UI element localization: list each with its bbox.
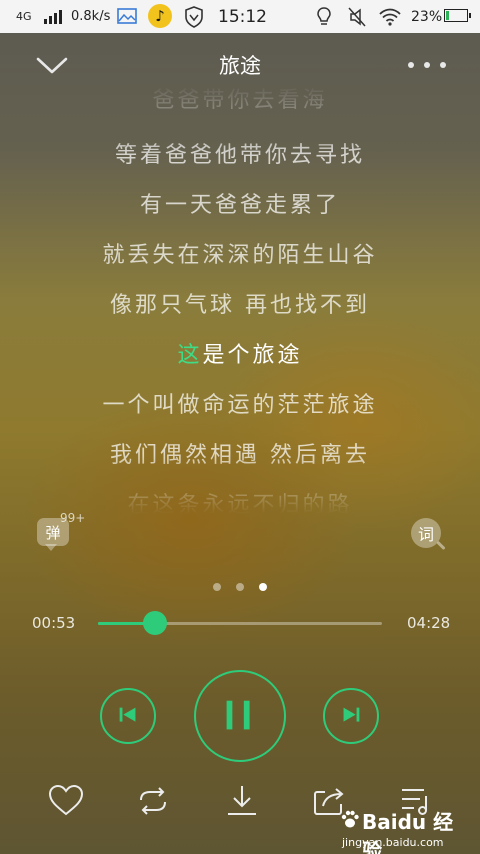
unsung-part: 是个旅途 <box>202 343 303 368</box>
wifi-icon <box>379 8 401 26</box>
next-button[interactable] <box>323 688 379 744</box>
pause-button[interactable] <box>194 670 286 762</box>
lyric-line: 像那只气球 再也找不到 <box>110 293 370 318</box>
repeat-icon[interactable] <box>135 784 171 818</box>
page-indicator <box>213 583 267 593</box>
lyric-line: 在这条永远不归的路 <box>127 493 353 514</box>
progress-slider[interactable] <box>98 611 382 635</box>
status-bar: 4G 0.8k/s ♪ 15:12 23% <box>0 0 480 33</box>
danmu-count-badge: 99+ <box>60 511 86 525</box>
status-time: 15:12 <box>218 6 267 27</box>
baidu-paw-icon <box>341 810 359 828</box>
signal-icon <box>44 10 62 24</box>
music-app-icon: ♪ <box>148 4 172 28</box>
lyric-line: 有一天爸爸走累了 <box>139 193 340 218</box>
lyric-line: 等着爸爸他带你去寻找 <box>114 143 365 168</box>
battery-percent: 23% <box>411 8 443 25</box>
page-dot <box>236 583 244 591</box>
elapsed-time: 00:53 <box>32 614 76 632</box>
player-screen: 4G 0.8k/s ♪ 15:12 23% 旅途 爸爸带你去看海 等着爸爸他带你… <box>0 0 480 854</box>
next-icon <box>343 707 360 722</box>
lyrics-panel[interactable]: 爸爸带你去看海 等着爸爸他带你去寻找 有一天爸爸走累了 就丢失在深深的陌生山谷 … <box>0 84 480 514</box>
page-dot-active <box>259 583 267 591</box>
sung-part: 这 <box>177 343 203 368</box>
shield-icon <box>185 6 203 28</box>
battery-icon <box>444 9 471 22</box>
download-icon[interactable] <box>224 784 260 818</box>
lyric-line: 就丢失在深深的陌生山谷 <box>102 243 378 268</box>
current-lyric-line: 这是个旅途 <box>0 337 480 369</box>
page-dot <box>213 583 221 591</box>
network-speed: 0.8k/s <box>71 9 111 24</box>
previous-button[interactable] <box>100 688 156 744</box>
collapse-chevron-icon[interactable] <box>35 52 69 78</box>
more-options-icon[interactable] <box>408 58 446 72</box>
watermark-url: jingyan.baidu.com <box>342 836 444 849</box>
network-type: 4G <box>16 10 32 23</box>
song-title: 旅途 <box>219 54 261 78</box>
mute-icon <box>348 7 366 27</box>
lyric-line: 爸爸带你去看海 <box>152 88 328 113</box>
baidu-jingyan-watermark: Baidu 经验 jingyan.baidu.com <box>340 806 470 854</box>
lyric-line: 一个叫做命运的茫茫旅途 <box>102 393 378 418</box>
bulb-icon <box>317 7 331 25</box>
heart-icon[interactable] <box>48 784 84 818</box>
pause-icon <box>226 700 250 730</box>
lyric-line: 我们偶然相遇 然后离去 <box>110 443 370 468</box>
progress-thumb[interactable] <box>142 611 167 635</box>
previous-icon <box>119 707 136 722</box>
lyric-search-button[interactable]: 词 <box>411 518 447 554</box>
total-time: 04:28 <box>407 614 451 632</box>
image-icon <box>117 8 137 24</box>
